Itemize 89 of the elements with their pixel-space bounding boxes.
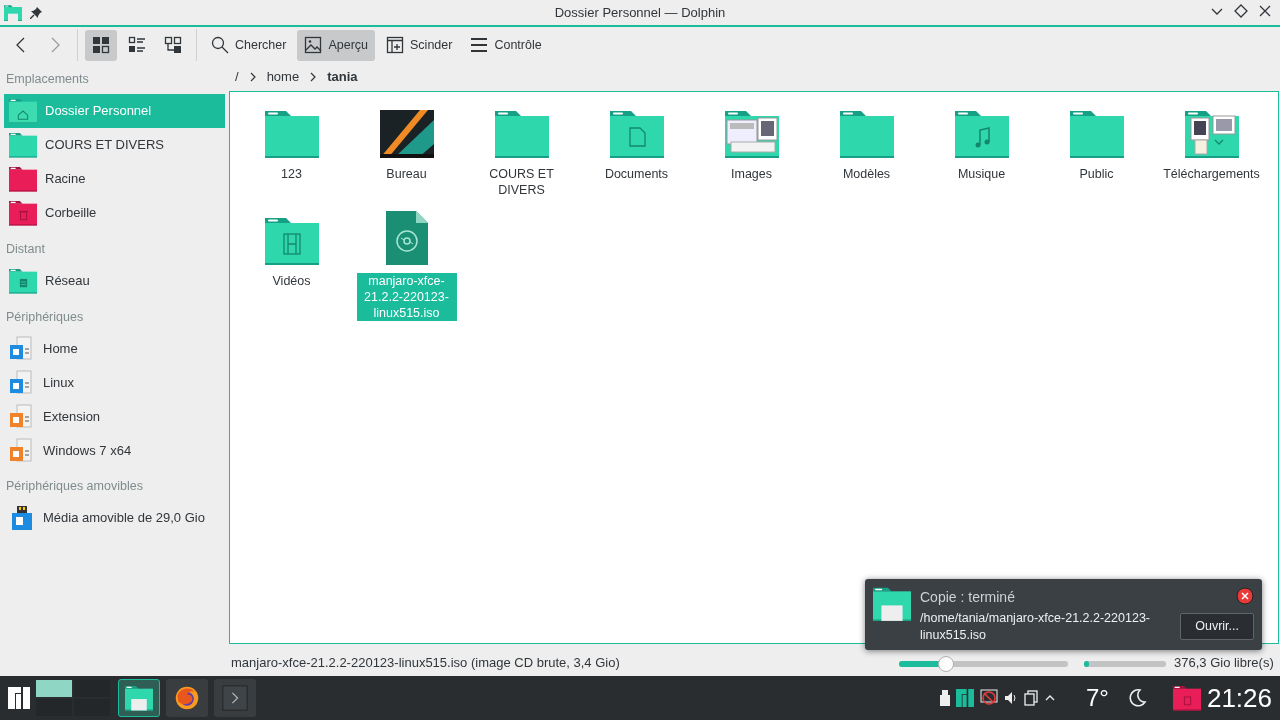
menu-icon bbox=[470, 36, 489, 54]
notification-title: Copie : terminé bbox=[920, 588, 1016, 607]
usb-icon[interactable] bbox=[939, 690, 950, 706]
sidebar-item[interactable]: Média amovible de 29,0 Gio bbox=[4, 501, 225, 535]
notification-text: /home/tania/manjaro-xfce-21.2.2-220123-linux515.iso bbox=[920, 610, 1151, 644]
images-folder-icon bbox=[724, 110, 779, 158]
volume-icon[interactable] bbox=[1003, 691, 1018, 705]
documents-folder-icon bbox=[609, 110, 664, 158]
drive-icon bbox=[9, 437, 35, 464]
split-view-icon bbox=[386, 36, 405, 54]
view-mode-button[interactable] bbox=[85, 29, 117, 61]
file-name[interactable]: Images bbox=[701, 166, 802, 182]
section-heading: Emplacements bbox=[5, 71, 90, 88]
file-name[interactable]: Musique bbox=[931, 166, 1032, 182]
toolbar-button[interactable]: Contrôle bbox=[463, 29, 549, 61]
sidebar-item[interactable]: Home bbox=[4, 331, 225, 366]
close-icon[interactable] bbox=[1258, 4, 1272, 18]
file-name[interactable]: Documents bbox=[586, 166, 687, 182]
home-folder-icon bbox=[9, 97, 37, 124]
details-view-icon bbox=[128, 36, 146, 54]
clipboard-icon[interactable] bbox=[1023, 690, 1038, 706]
usb-drive-icon bbox=[9, 505, 35, 531]
app-folder-icon bbox=[4, 4, 22, 22]
file-name[interactable]: Public bbox=[1046, 166, 1147, 182]
section-heading: Périphériques amovibles bbox=[5, 478, 144, 496]
clock[interactable]: 21:26 bbox=[1206, 678, 1272, 718]
task-button[interactable] bbox=[118, 679, 160, 717]
icons-view-icon bbox=[92, 36, 110, 54]
toolbar-button[interactable]: Aperçu bbox=[297, 29, 376, 61]
trash-folder-icon[interactable] bbox=[1172, 685, 1201, 711]
file-name[interactable]: 123 bbox=[241, 166, 342, 182]
terminal-icon bbox=[221, 685, 249, 711]
pin-icon bbox=[30, 7, 42, 19]
sidebar-item[interactable]: Linux bbox=[4, 365, 225, 400]
sidebar-item[interactable]: Extension bbox=[4, 399, 225, 434]
network-folder-icon bbox=[9, 267, 37, 294]
weather-temperature[interactable]: 7° bbox=[1085, 680, 1109, 716]
toolbar-button[interactable]: Scinder bbox=[379, 29, 460, 61]
sidebar-item[interactable]: Réseau bbox=[4, 263, 225, 298]
trash-folder-icon bbox=[9, 199, 37, 226]
music-folder-icon bbox=[954, 110, 1009, 158]
sidebar-item[interactable]: Racine bbox=[4, 161, 225, 196]
breadcrumb-link[interactable]: / bbox=[235, 67, 239, 87]
window-title: Dossier Personnel — Dolphin bbox=[554, 3, 726, 22]
folder-icon bbox=[264, 110, 319, 158]
folder-icon bbox=[494, 110, 549, 158]
free-space-text: 376,3 Gio libre(s) bbox=[1174, 653, 1274, 672]
search-icon bbox=[211, 36, 229, 54]
open-button[interactable]: Ouvrir... bbox=[1180, 613, 1254, 640]
file-name[interactable]: Vidéos bbox=[241, 273, 342, 289]
folder-icon bbox=[9, 131, 37, 158]
sidebar-item[interactable]: Windows 7 x64 bbox=[4, 433, 225, 468]
sidebar-item[interactable]: COURS ET DIVERS bbox=[4, 127, 225, 162]
file-name[interactable]: Téléchargements bbox=[1161, 166, 1262, 182]
network-off-icon[interactable] bbox=[979, 689, 998, 707]
compact-view-icon bbox=[164, 36, 182, 54]
breadcrumb-link[interactable]: tania bbox=[327, 67, 358, 87]
status-text: manjaro-xfce-21.2.2-220123-linux515.iso (image CD brute, 3,4 Gio) bbox=[231, 653, 621, 672]
chevron-icon bbox=[248, 72, 257, 82]
breadcrumb-link[interactable]: home bbox=[266, 67, 300, 87]
downloads-folder-icon bbox=[1184, 110, 1239, 158]
file-name[interactable]: Modèles bbox=[816, 166, 917, 182]
file-name[interactable]: Bureau bbox=[356, 166, 457, 182]
desktop-pager-drawing[interactable] bbox=[36, 680, 112, 716]
task-button[interactable] bbox=[166, 679, 208, 717]
drive-icon bbox=[9, 369, 35, 396]
close-icon[interactable] bbox=[1236, 587, 1254, 605]
slider-handle[interactable] bbox=[938, 656, 955, 672]
folder-icon bbox=[839, 110, 894, 158]
image-icon bbox=[304, 36, 323, 54]
video-folder-icon bbox=[264, 217, 319, 265]
disc-image-file-icon bbox=[385, 211, 428, 265]
section-heading: Distant bbox=[5, 240, 46, 258]
file-name[interactable]: COURS ET DIVERS bbox=[471, 166, 572, 198]
folder-icon bbox=[125, 685, 153, 711]
menu-logo-icon[interactable] bbox=[8, 687, 30, 709]
section-heading: Périphériques bbox=[5, 308, 85, 326]
sidebar-item[interactable]: Corbeille bbox=[4, 195, 225, 230]
wallpaper-thumbnail-icon bbox=[379, 110, 434, 158]
drive-icon bbox=[9, 403, 35, 430]
folder-icon bbox=[9, 165, 37, 192]
maximize-icon[interactable] bbox=[1234, 4, 1248, 18]
moon-icon[interactable] bbox=[1126, 688, 1147, 708]
folder-icon bbox=[873, 587, 911, 621]
folder-icon bbox=[1069, 110, 1124, 158]
toolbar-button[interactable]: Chercher bbox=[204, 29, 294, 61]
chevron-icon bbox=[309, 72, 318, 82]
drive-icon bbox=[9, 335, 35, 362]
fox-globe-icon bbox=[173, 685, 201, 711]
